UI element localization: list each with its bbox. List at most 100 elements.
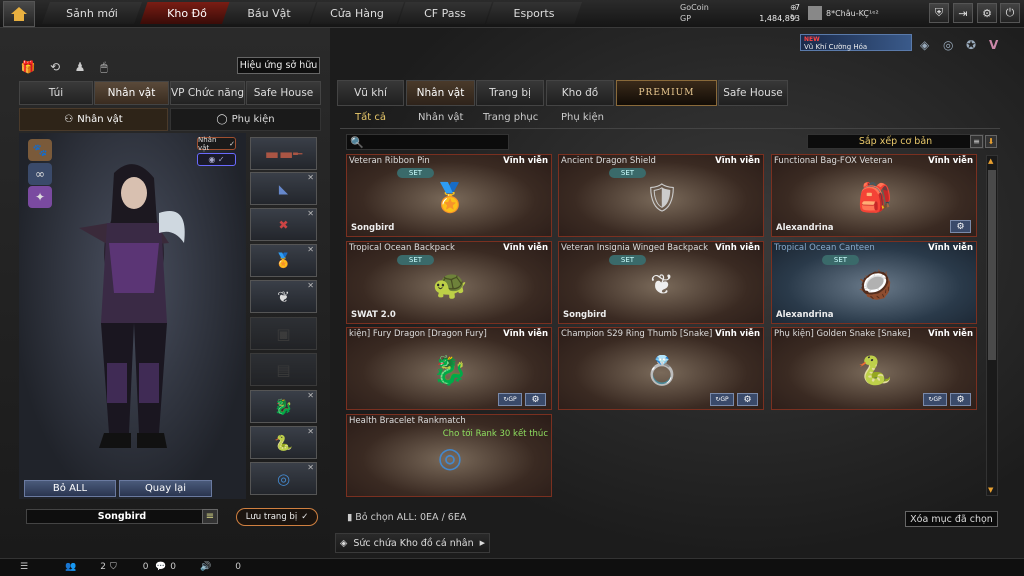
filter-phu-kien[interactable]: Phụ kiện — [561, 110, 604, 125]
wings-icon: ❦ — [650, 267, 674, 301]
scroll-down-icon[interactable]: ▼ — [988, 486, 996, 494]
remove-icon[interactable]: ✕ — [307, 391, 314, 400]
exit-icon[interactable]: ⇥ — [953, 3, 973, 23]
remove-icon[interactable]: ✕ — [307, 209, 314, 218]
tab-vu-khi[interactable]: Vũ khí — [337, 80, 404, 106]
tab-safe-house-right[interactable]: Safe House — [718, 80, 788, 106]
add-coin-icon[interactable]: ⊕ — [790, 3, 797, 12]
tab-kho-do[interactable]: Kho Đồ — [140, 2, 234, 24]
feather-icon[interactable]: ✦ — [28, 186, 52, 208]
gp-refresh-icon[interactable]: ↻GP — [923, 393, 947, 406]
home-button[interactable] — [3, 1, 35, 27]
crest-icon[interactable]: ✪ — [966, 38, 976, 52]
promo-banner[interactable]: NEW Vũ Khí Cường Hóa — [800, 34, 912, 51]
item-card[interactable]: kiện] Fury Dragon [Dragon Fury] Vĩnh viễ… — [346, 327, 552, 410]
slot-ribbon[interactable]: ◣ ✕ — [250, 172, 317, 205]
item-card[interactable]: Health Bracelet Rankmatch Cho tới Rank 3… — [346, 414, 552, 497]
slot-bracelet[interactable]: ◎ ✕ — [250, 462, 317, 495]
emote-icon[interactable]: ∞ — [28, 163, 52, 185]
gear-icon[interactable]: ⚙ — [525, 393, 546, 406]
shield-icon[interactable]: ⛨ — [929, 3, 949, 23]
character-preview[interactable] — [19, 133, 246, 499]
save-equipment-button[interactable]: Lưu trang bị ✓ — [236, 508, 318, 526]
chat-status[interactable]: 💬 0 — [155, 560, 176, 574]
personal-storage-capacity[interactable]: ◈ Sức chứa Kho đồ cá nhân ▶ — [335, 533, 490, 553]
remove-icon[interactable]: ✕ — [307, 245, 314, 254]
tab-nhan-vat-right[interactable]: Nhân vật — [406, 80, 475, 106]
filter-tat-ca[interactable]: Tất cả — [355, 110, 386, 125]
sort-menu-icon[interactable]: ≡ — [970, 135, 983, 148]
bracelet-icon: ◎ — [276, 469, 291, 488]
remove-icon[interactable]: ✕ — [307, 427, 314, 436]
item-card[interactable]: Veteran Insignia Winged Backpack Vĩnh vi… — [558, 241, 764, 324]
slot-weapon[interactable]: ▬▬╾ — [250, 137, 317, 170]
v-logo-icon[interactable]: V — [989, 38, 998, 52]
tab-trang-bi[interactable]: Trang bị — [476, 80, 544, 106]
visibility-toggle[interactable]: ◉ ✓ — [197, 153, 236, 166]
item-card[interactable]: Functional Bag-FOX Veteran Vĩnh viễn 🎒 A… — [771, 154, 977, 237]
rotate-icon[interactable]: ⟲ — [47, 59, 63, 75]
mouse-icon[interactable]: 🖱 — [96, 59, 112, 75]
sort-select[interactable]: Sắp xếp cơ bản — [807, 134, 984, 149]
slot-wings[interactable]: ❦ ✕ — [250, 280, 317, 313]
gp-refresh-icon[interactable]: ↻GP — [710, 393, 734, 406]
clan-status[interactable]: ⛉ 0 — [110, 560, 149, 574]
scroll-up-icon[interactable]: ▲ — [988, 157, 996, 165]
remove-icon[interactable]: ✕ — [307, 463, 314, 472]
slot-dragon[interactable]: 🐉 ✕ — [250, 390, 317, 423]
back-button[interactable]: Quay lại — [119, 480, 212, 497]
gear-icon[interactable]: ⚙ — [737, 393, 758, 406]
item-card[interactable]: Champion S29 Ring Thumb [Snake] Vĩnh viễ… — [558, 327, 764, 410]
list-icon[interactable]: ☰ — [20, 560, 28, 574]
subtab-phu-kien[interactable]: ◯ Phụ kiện — [170, 108, 321, 131]
gear-icon[interactable]: ⚙ — [950, 220, 971, 233]
tab-safe-house-left[interactable]: Safe House — [246, 81, 321, 105]
item-card[interactable]: Ancient Dragon Shield Vĩnh viễn SET 🛡 — [558, 154, 764, 237]
item-card[interactable]: Tropical Ocean Backpack Vĩnh viễn SET 🐢 … — [346, 241, 552, 324]
slot-empty-body[interactable]: ▣ — [250, 317, 317, 350]
menu-icon[interactable]: ≡ — [202, 509, 218, 524]
subtab-nhan-vat[interactable]: ⚇ Nhân vật — [19, 108, 168, 131]
gear-icon[interactable]: ⚙ — [950, 393, 971, 406]
preset-name-field[interactable]: Songbird — [26, 509, 218, 524]
volume-status[interactable]: 🔊 0 — [200, 560, 241, 574]
power-icon[interactable]: ⏻ — [1000, 3, 1020, 23]
owned-effects-button[interactable]: Hiệu ứng sở hữu — [237, 57, 320, 74]
tab-vp-chuc-nang[interactable]: VP Chức năng — [170, 81, 245, 105]
settings-icon[interactable]: ⚙ — [977, 3, 997, 23]
filter-trang-phuc[interactable]: Trang phục — [483, 110, 538, 125]
pose-icon[interactable]: 🐾 — [28, 139, 52, 161]
gift-icon[interactable]: 🎁 — [20, 59, 36, 75]
tab-premium[interactable]: PREMIUM — [616, 80, 717, 106]
tab-tui[interactable]: Túi — [19, 81, 93, 105]
sort-direction-icon[interactable]: ⬇ — [985, 135, 997, 148]
gp-refresh-icon[interactable]: ↻GP — [498, 393, 522, 406]
search-input[interactable]: 🔍 — [346, 134, 509, 150]
tab-kho-do-right[interactable]: Kho đồ — [546, 80, 614, 106]
slot-medal[interactable]: 🏅 ✕ — [250, 244, 317, 277]
scrollbar-thumb[interactable] — [988, 170, 996, 360]
slot-badge[interactable]: ✖ ✕ — [250, 208, 317, 241]
tab-sanh-moi[interactable]: Sảnh mới — [42, 2, 142, 24]
slot-empty-back[interactable]: ▤ — [250, 353, 317, 386]
filter-nhan-vat[interactable]: Nhân vật — [418, 110, 463, 125]
tab-nhan-vat-left[interactable]: Nhân vật — [94, 81, 169, 105]
clear-all-button[interactable]: Bỏ ALL — [24, 480, 116, 497]
tab-esports[interactable]: Esports — [486, 2, 582, 24]
slot-snake[interactable]: 🐍 ✕ — [250, 426, 317, 459]
item-card[interactable]: Phụ kiện] Golden Snake [Snake] Vĩnh viễn… — [771, 327, 977, 410]
remove-icon[interactable]: ✕ — [307, 281, 314, 290]
refresh-icon[interactable]: ↻ — [790, 13, 797, 22]
remove-icon[interactable]: ✕ — [307, 173, 314, 182]
delete-selected-button[interactable]: Xóa mục đã chọn — [905, 511, 998, 527]
character-badge[interactable]: Nhân vật ✓ — [197, 136, 236, 152]
friends-status[interactable]: 👥 2 — [65, 560, 106, 574]
item-card[interactable]: Veteran Ribbon Pin Vĩnh viễn SET 🏅 Songb… — [346, 154, 552, 237]
emblem-icon[interactable]: ◈ — [920, 38, 929, 52]
tab-bau-vat[interactable]: Báu Vật — [222, 2, 316, 24]
character-icon[interactable]: ♟ — [72, 59, 88, 75]
tab-cf-pass[interactable]: CF Pass — [398, 2, 492, 24]
item-card[interactable]: Tropical Ocean Canteen Vĩnh viễn SET 🥥 A… — [771, 241, 977, 324]
globe-icon[interactable]: ◎ — [943, 38, 953, 52]
tab-cua-hang[interactable]: Cửa Hàng — [310, 2, 404, 24]
